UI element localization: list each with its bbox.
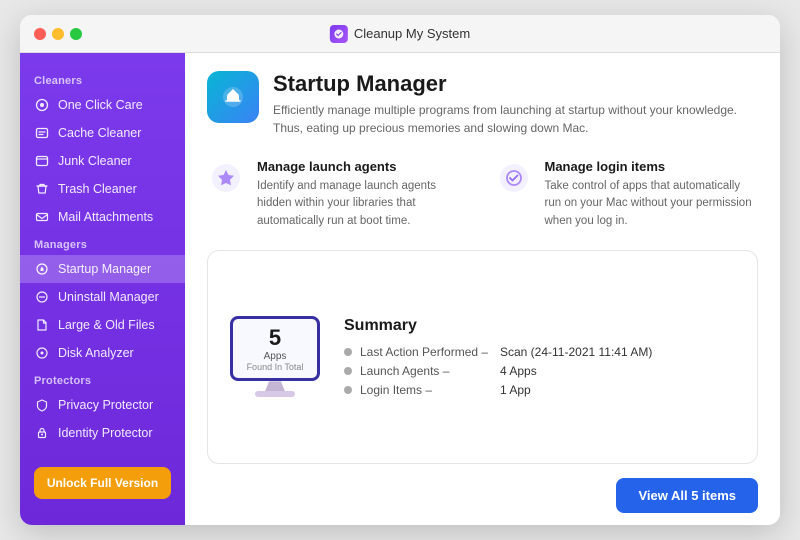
junk-cleaner-icon (34, 153, 50, 169)
summary-label: Launch Agents – (360, 364, 500, 378)
sidebar-item-mail-attachments[interactable]: Mail Attachments (20, 203, 185, 231)
feature-title: Manage launch agents (257, 159, 471, 174)
unlock-btn-container: Unlock Full Version (20, 455, 185, 511)
apps-label: Apps (264, 351, 287, 362)
view-all-button[interactable]: View All 5 items (616, 478, 758, 513)
sidebar-item-cache-cleaner[interactable]: Cache Cleaner (20, 119, 185, 147)
monitor-screen: 5 Apps Found In Total (230, 316, 320, 381)
feature-card-login-items-text: Manage login items Take control of apps … (545, 159, 759, 230)
summary-label: Login Items – (360, 383, 500, 397)
trash-cleaner-icon (34, 181, 50, 197)
one-click-care-icon (34, 97, 50, 113)
summary-card: 5 Apps Found In Total Summary Last Actio… (207, 250, 758, 464)
uninstall-manager-icon (34, 289, 50, 305)
sidebar-label: Large & Old Files (58, 318, 155, 332)
feature-card-launch-agents-text: Manage launch agents Identify and manage… (257, 159, 471, 230)
feature-desc: Identify and manage launch agents hidden… (257, 178, 471, 230)
sidebar-label: Cache Cleaner (58, 126, 141, 140)
protectors-section-label: Protectors (20, 367, 185, 391)
sidebar-label: Privacy Protector (58, 398, 153, 412)
titlebar: Cleanup My System (20, 15, 780, 53)
page-description: Efficiently manage multiple programs fro… (273, 101, 758, 137)
summary-dot (344, 367, 352, 375)
sidebar-item-trash-cleaner[interactable]: Trash Cleaner (20, 175, 185, 203)
managers-section-label: Managers (20, 231, 185, 255)
main-window: Cleanup My System Cleaners One Click Car… (20, 15, 780, 525)
sidebar-item-privacy-protector[interactable]: Privacy Protector (20, 391, 185, 419)
summary-title: Summary (344, 317, 735, 335)
page-title: Startup Manager (273, 71, 758, 97)
summary-rows: Last Action Performed – Scan (24-11-2021… (344, 345, 735, 397)
sidebar-label: Disk Analyzer (58, 346, 134, 360)
sidebar-label: One Click Care (58, 98, 143, 112)
sidebar-item-identity-protector[interactable]: Identity Protector (20, 419, 185, 447)
sidebar-label: Uninstall Manager (58, 290, 159, 304)
feature-cards: Manage launch agents Identify and manage… (207, 159, 758, 230)
apps-sub: Found In Total (247, 362, 304, 372)
sidebar-label: Junk Cleaner (58, 154, 132, 168)
content-header-text: Startup Manager Efficiently manage multi… (273, 71, 758, 137)
monitor-stand (265, 381, 285, 391)
summary-label: Last Action Performed – (360, 345, 500, 359)
summary-value: Scan (24-11-2021 11:41 AM) (500, 345, 652, 359)
feature-title: Manage login items (545, 159, 759, 174)
sidebar-label: Trash Cleaner (58, 182, 137, 196)
summary-value: 1 App (500, 383, 531, 397)
app-title: Cleanup My System (354, 26, 470, 41)
identity-protector-icon (34, 425, 50, 441)
monitor-base (255, 391, 295, 397)
sidebar-item-junk-cleaner[interactable]: Junk Cleaner (20, 147, 185, 175)
summary-dot (344, 348, 352, 356)
feature-desc: Take control of apps that automatically … (545, 178, 759, 230)
sidebar-item-disk-analyzer[interactable]: Disk Analyzer (20, 339, 185, 367)
login-items-icon (495, 159, 533, 197)
mail-icon (34, 209, 50, 225)
sidebar-label: Mail Attachments (58, 210, 153, 224)
cache-cleaner-icon (34, 125, 50, 141)
summary-details: Summary Last Action Performed – Scan (24… (344, 317, 735, 397)
traffic-lights (34, 28, 82, 40)
large-files-icon (34, 317, 50, 333)
summary-row-launch-agents: Launch Agents – 4 Apps (344, 364, 735, 378)
sidebar-item-startup-manager[interactable]: Startup Manager (20, 255, 185, 283)
monitor-graphic: 5 Apps Found In Total (230, 316, 320, 397)
main-layout: Cleaners One Click Care Cache Cleaner Ju… (20, 53, 780, 525)
app-icon (330, 25, 348, 43)
minimize-button[interactable] (52, 28, 64, 40)
content-header: Startup Manager Efficiently manage multi… (207, 71, 758, 137)
sidebar-item-large-old-files[interactable]: Large & Old Files (20, 311, 185, 339)
sidebar-item-uninstall-manager[interactable]: Uninstall Manager (20, 283, 185, 311)
sidebar-item-one-click-care[interactable]: One Click Care (20, 91, 185, 119)
privacy-protector-icon (34, 397, 50, 413)
titlebar-title: Cleanup My System (330, 25, 470, 43)
feature-card-login-items: Manage login items Take control of apps … (495, 159, 759, 230)
launch-agents-icon (207, 159, 245, 197)
cleaners-section-label: Cleaners (20, 67, 185, 91)
unlock-full-version-button[interactable]: Unlock Full Version (34, 467, 171, 499)
summary-row-last-action: Last Action Performed – Scan (24-11-2021… (344, 345, 735, 359)
fullscreen-button[interactable] (70, 28, 82, 40)
sidebar-label: Startup Manager (58, 262, 151, 276)
summary-dot (344, 386, 352, 394)
close-button[interactable] (34, 28, 46, 40)
disk-analyzer-icon (34, 345, 50, 361)
sidebar: Cleaners One Click Care Cache Cleaner Ju… (20, 53, 185, 525)
feature-card-launch-agents: Manage launch agents Identify and manage… (207, 159, 471, 230)
apps-count: 5 (269, 325, 281, 351)
summary-row-login-items: Login Items – 1 App (344, 383, 735, 397)
startup-manager-icon (34, 261, 50, 277)
sidebar-label: Identity Protector (58, 426, 153, 440)
startup-manager-big-icon (207, 71, 259, 123)
summary-value: 4 Apps (500, 364, 537, 378)
